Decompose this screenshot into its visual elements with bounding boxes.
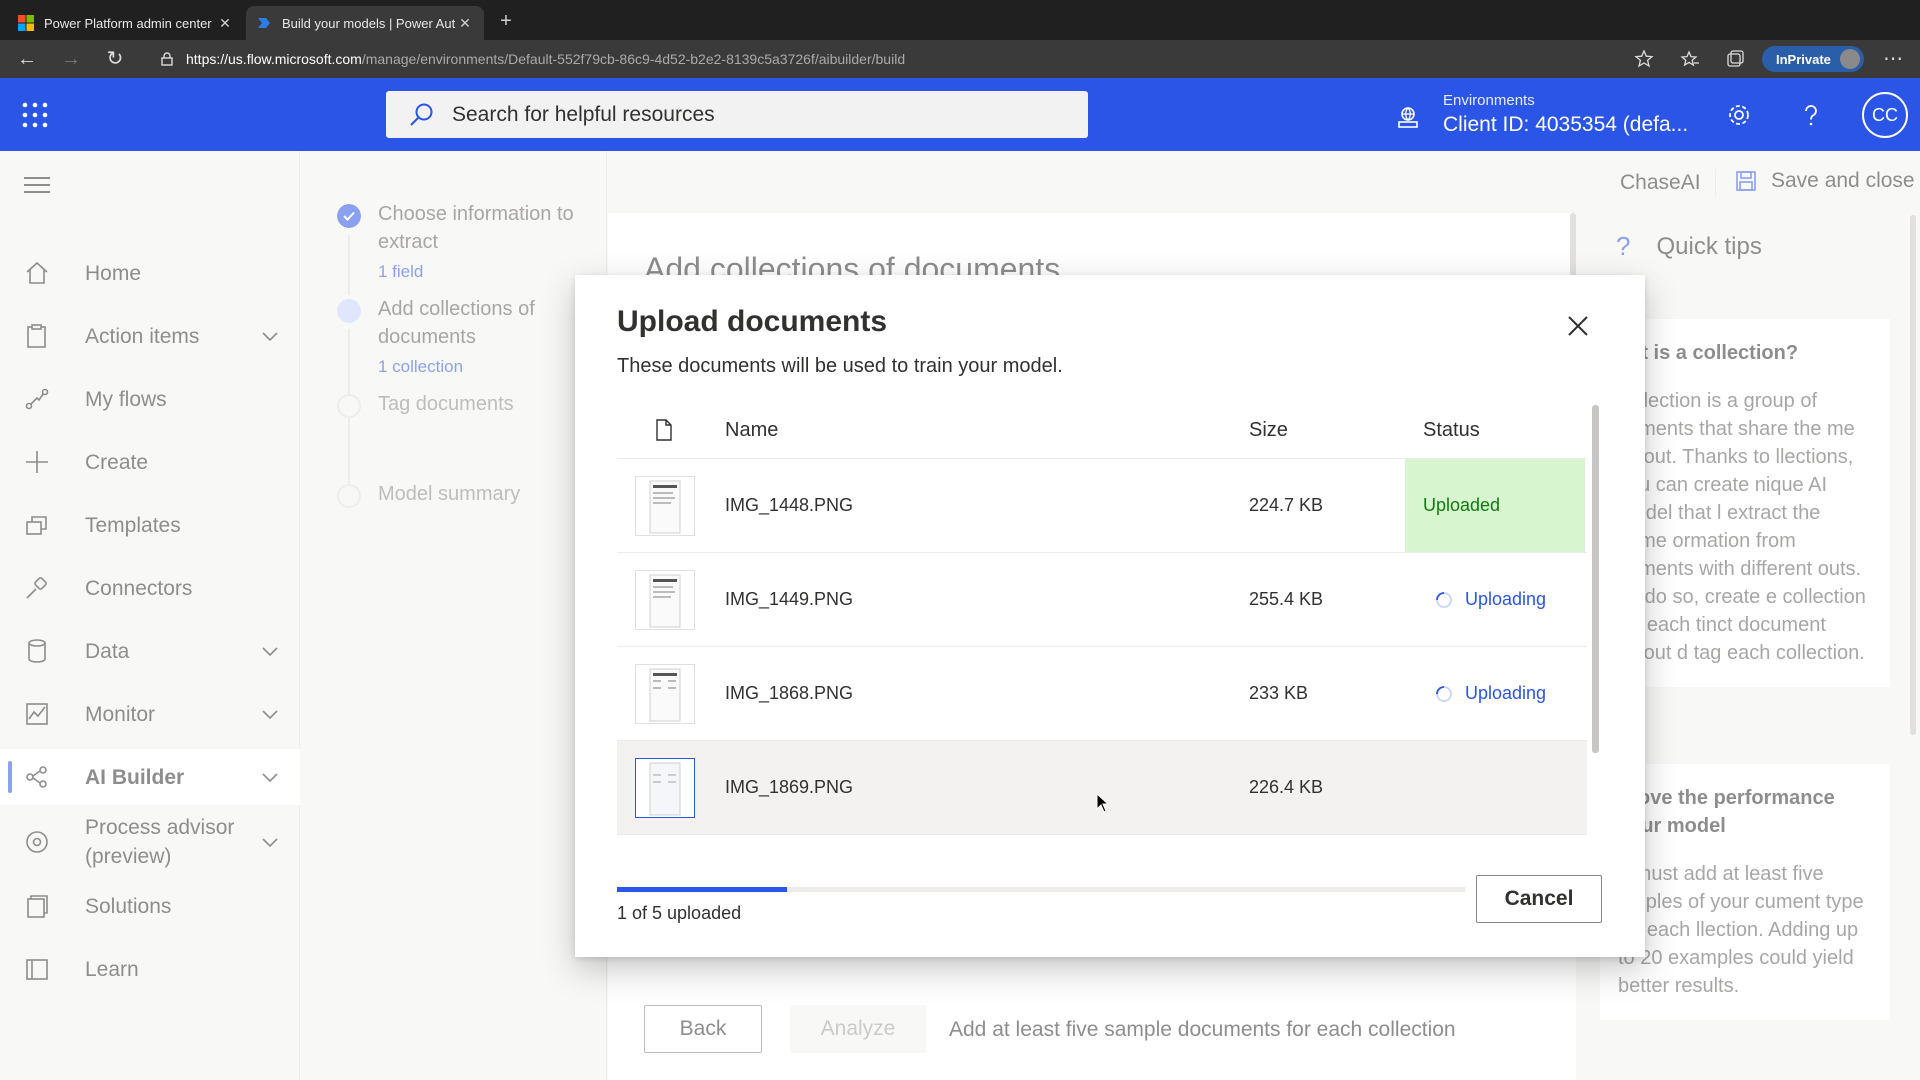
file-name: IMG_1448.PNG xyxy=(725,495,854,515)
file-size: 255.4 KB xyxy=(1249,589,1324,609)
status-text: Uploading xyxy=(1465,589,1547,609)
microsoft-logo-icon xyxy=(18,15,34,31)
table-row[interactable]: IMG_1448.PNG 224.7 KB Uploaded xyxy=(617,459,1587,553)
url-path: /manage/environments/Default-552f79cb-86… xyxy=(361,51,906,67)
inprivate-label: InPrivate xyxy=(1776,51,1831,67)
file-size: 226.4 KB xyxy=(1249,777,1324,797)
refresh-icon[interactable]: ↻ xyxy=(104,48,126,70)
search-icon xyxy=(410,103,433,126)
collections-icon[interactable] xyxy=(1725,49,1745,69)
file-size: 224.7 KB xyxy=(1249,495,1324,515)
add-favorite-icon[interactable] xyxy=(1634,49,1654,69)
table-row[interactable]: IMG_1449.PNG 255.4 KB Uploading xyxy=(617,553,1587,647)
table-row[interactable]: IMG_1869.PNG 226.4 KB xyxy=(617,741,1587,835)
environment-icon[interactable] xyxy=(1396,105,1420,129)
app-header: Search for helpful resources Environment… xyxy=(0,78,1920,151)
file-size: 233 KB xyxy=(1249,683,1309,703)
file-name: IMG_1868.PNG xyxy=(725,683,854,703)
document-thumbnail xyxy=(635,570,695,630)
status-badge: Uploading xyxy=(1405,647,1585,740)
column-size-header[interactable]: Size xyxy=(1249,419,1288,442)
environment-label: Environments xyxy=(1443,92,1535,109)
close-icon[interactable] xyxy=(1565,313,1591,339)
dialog-subtitle: These documents will be used to train yo… xyxy=(617,355,1063,377)
more-options-icon[interactable]: ⋯ xyxy=(1882,48,1904,70)
new-tab-icon[interactable]: + xyxy=(494,9,518,33)
table-scrollbar[interactable] xyxy=(1592,405,1599,753)
upload-documents-dialog: Upload documents These documents will be… xyxy=(575,275,1645,957)
cancel-button[interactable]: Cancel xyxy=(1476,875,1602,923)
help-icon[interactable] xyxy=(1798,102,1824,128)
column-name-header[interactable]: Name xyxy=(725,419,778,442)
document-thumbnail xyxy=(635,664,695,724)
status-badge: Uploaded xyxy=(1405,459,1585,552)
status-badge: Uploading xyxy=(1405,553,1585,646)
settings-gear-icon[interactable] xyxy=(1726,102,1752,128)
file-name: IMG_1449.PNG xyxy=(725,589,854,609)
back-arrow-icon[interactable]: ← xyxy=(16,48,38,70)
table-header: Name Size Status xyxy=(617,401,1587,459)
file-type-icon xyxy=(656,419,672,441)
file-name: IMG_1869.PNG xyxy=(725,777,854,797)
environment-selector[interactable]: Client ID: 4035354 (defa... xyxy=(1443,113,1693,137)
spinner-icon xyxy=(1436,591,1452,608)
document-thumbnail xyxy=(635,758,695,818)
close-tab-icon[interactable]: ✕ xyxy=(216,15,234,32)
progress-fill xyxy=(617,887,787,892)
favorites-icon[interactable] xyxy=(1680,49,1700,69)
browser-tab-build-models[interactable]: Build your models | Power Aut ✕ xyxy=(246,6,484,40)
column-status-header[interactable]: Status xyxy=(1423,419,1480,442)
forward-arrow-icon[interactable]: → xyxy=(60,48,82,70)
close-tab-icon[interactable]: ✕ xyxy=(456,15,474,32)
url-host: https://us.flow.microsoft.com xyxy=(186,51,362,67)
document-thumbnail xyxy=(635,476,695,536)
lock-icon xyxy=(161,52,173,66)
app-launcher-icon[interactable] xyxy=(22,102,48,128)
tab-title: Power Platform admin center xyxy=(44,15,212,31)
url-field[interactable]: https://us.flow.microsoft.com /manage/en… xyxy=(160,50,1560,68)
power-automate-icon xyxy=(258,18,270,28)
user-avatar[interactable]: CC xyxy=(1862,92,1908,138)
search-placeholder: Search for helpful resources xyxy=(452,102,715,126)
table-row[interactable]: IMG_1868.PNG 233 KB Uploading xyxy=(617,647,1587,741)
profile-avatar xyxy=(1840,49,1860,69)
address-bar: ← → ↻ https://us.flow.microsoft.com /man… xyxy=(0,40,1920,78)
tab-title: Build your models | Power Aut xyxy=(282,15,456,31)
status-text: Uploading xyxy=(1465,683,1547,703)
progress-label: 1 of 5 uploaded xyxy=(617,903,742,923)
mouse-cursor-icon xyxy=(1096,793,1110,813)
dialog-title: Upload documents xyxy=(617,305,888,338)
search-input[interactable]: Search for helpful resources xyxy=(386,91,1088,138)
inprivate-badge[interactable]: InPrivate xyxy=(1762,46,1864,72)
browser-tab-admin-center[interactable]: Power Platform admin center ✕ xyxy=(8,6,244,40)
documents-table: Name Size Status IMG_1448.PNG 224.7 KB U… xyxy=(617,401,1587,841)
browser-tab-bar: Power Platform admin center ✕ Build your… xyxy=(0,0,1920,40)
spinner-icon xyxy=(1436,685,1452,702)
status-badge xyxy=(1405,741,1585,834)
status-text: Uploaded xyxy=(1423,495,1501,515)
upload-progress-bar xyxy=(617,887,1465,892)
